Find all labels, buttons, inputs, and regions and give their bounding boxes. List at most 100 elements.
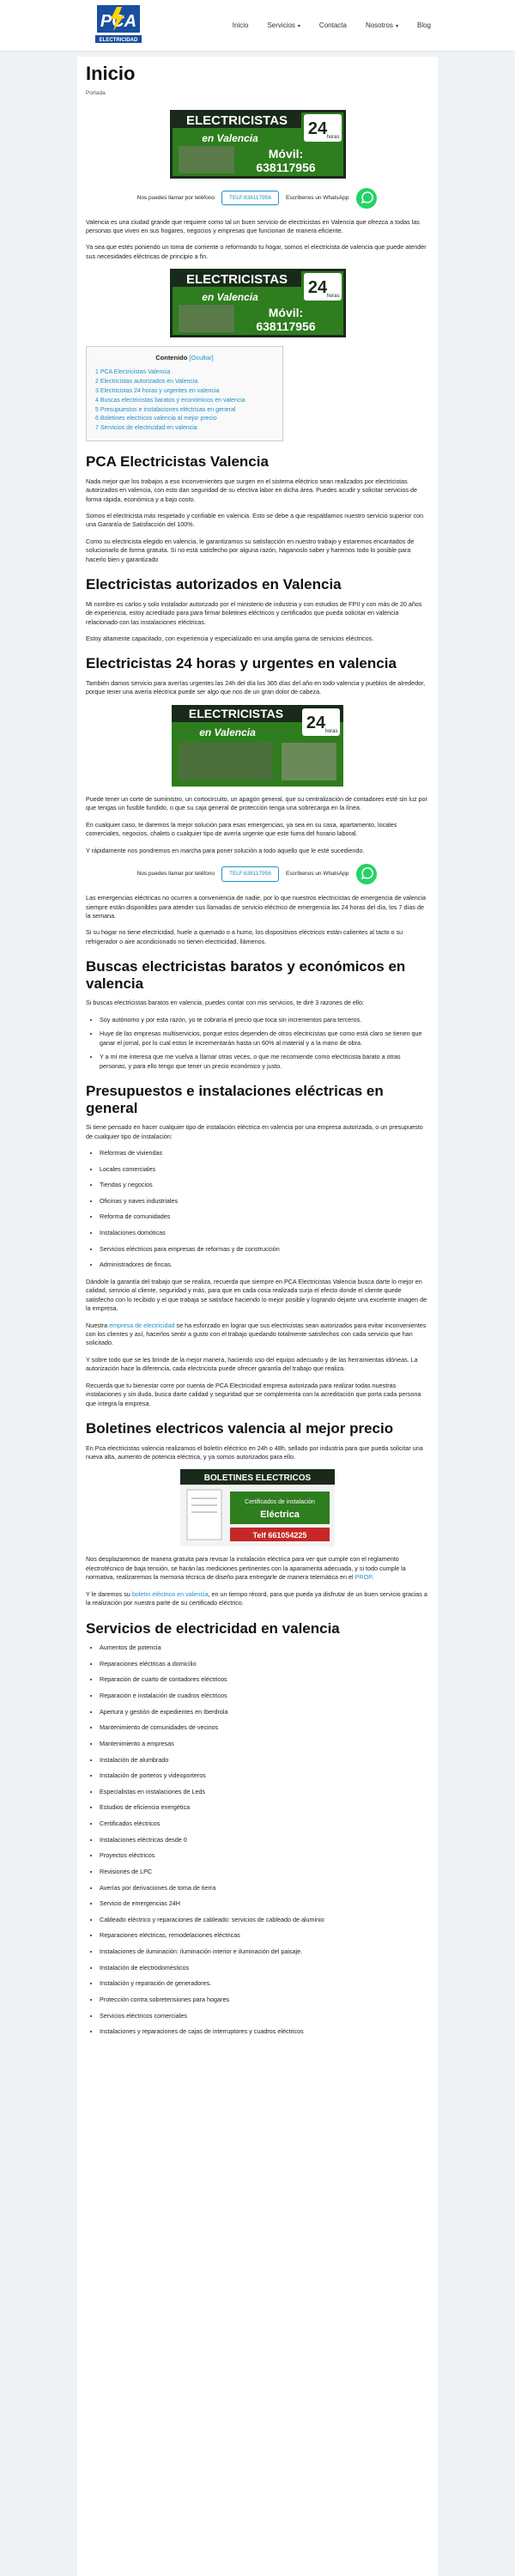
text-span: Nuestra (86, 1321, 110, 1329)
whatsapp-icon[interactable] (355, 863, 378, 885)
list-item: Soy autónomo y por esta razón, yo te cob… (100, 1016, 429, 1024)
nav-inicio[interactable]: Inicio (233, 21, 249, 31)
installations-list: Reformas de viviendas Locales comerciale… (100, 1149, 429, 1270)
toc-item[interactable]: 5 Presupuestos e instalaciones eléctrica… (95, 406, 274, 416)
boletines-banner-image: BOLETINES ELECTRICOS Certificados de ins… (180, 1469, 335, 1547)
section-paragraph: Y rápidamente nos pondremos en marcha pa… (86, 846, 365, 854)
list-item: Averías por derivaciones de toma de tier… (100, 1884, 429, 1893)
toc-item[interactable]: 3 Electricistas 24 horas y urgentes en v… (95, 387, 274, 397)
nav-blog[interactable]: Blog (417, 21, 431, 31)
whatsapp-text: Escríbenos un WhatsApp (286, 871, 349, 878)
toc-item[interactable]: 2 Electricistas autorizados en Valencia (95, 378, 274, 387)
list-item: Administradores de fincas. (100, 1261, 429, 1269)
intro-paragraph-1: Valencia es una ciudad grande que requie… (86, 217, 420, 235)
whatsapp-icon[interactable] (355, 187, 378, 210)
section-paragraph: Y sobre todo que se les brinde de la mej… (86, 1355, 418, 1373)
toc-item[interactable]: 7 Servicios de electricidad en valencia (95, 424, 274, 434)
section-paragraph: Como su electricista elegido en valencia… (86, 537, 415, 563)
services-list: Aumentos de potencia Reparaciones eléctr… (100, 1643, 429, 2036)
list-item: Y a mí me interesa que me vuelva a llama… (100, 1053, 429, 1071)
list-item: Instalaciones y reparaciones de cajas de… (100, 2027, 429, 2036)
section-heading-24h: Electricistas 24 horas y urgentes en val… (86, 655, 397, 672)
intro-paragraph-2: Ya sea que estés poniendo un toma de cor… (86, 243, 427, 260)
text-span: . (372, 1573, 374, 1582)
list-item: Instalaciones domóticas (100, 1229, 429, 1237)
text-span: Y le daremos su (86, 1589, 132, 1598)
section-paragraph: En cualquier caso, te daremos la mejor s… (86, 820, 397, 838)
svg-text:horas: horas (326, 294, 339, 299)
svg-text:Telf 661054225: Telf 661054225 (253, 1531, 307, 1540)
section-paragraph: Nuestra empresa de electricidad se ha es… (86, 1321, 429, 1348)
nav-servicios[interactable]: Servicios ▾ (267, 21, 300, 31)
list-item: Instalaciones de iluminación: iluminació… (100, 1947, 429, 1956)
list-item: Reparaciones eléctricas, remodelaciones … (100, 1931, 429, 1940)
svg-text:horas: horas (324, 729, 337, 734)
prop-link[interactable]: PROP (355, 1573, 372, 1581)
call-button[interactable]: TELF.638117956 (221, 190, 279, 206)
list-item: Instalación de porteros y videoporteros (100, 1771, 429, 1780)
list-item: Certificados eléctricos (100, 1820, 429, 1828)
nav-nosotros[interactable]: Nosotros ▾ (366, 21, 398, 31)
list-item: Instalación de alumbrado (100, 1756, 429, 1765)
contact-cta-row-2: Nos puedes llamar por teléfono TELF.6381… (86, 863, 429, 885)
content-card: Inicio Portada ELECTRICISTAS en Valencia… (77, 57, 438, 2576)
list-item: Proyectos eléctricos (100, 1851, 429, 1860)
list-item: Protección contra sobretensiones para ho… (100, 1996, 429, 2004)
section-paragraph: Somos el electricista más respetado y co… (86, 512, 424, 529)
empresa-electricidad-link[interactable]: empresa de electricidad (109, 1321, 174, 1329)
toc-item[interactable]: 1 PCA Electricistas Valencia (95, 368, 274, 378)
breadcrumb[interactable]: Portada (86, 89, 429, 97)
electricistas-banner-image: ELECTRICISTAS en Valencia 24 horas Móvil… (169, 109, 346, 179)
svg-text:Eléctrica: Eléctrica (260, 1510, 300, 1520)
call-text: Nos puedes llamar por teléfono (136, 871, 215, 878)
section-paragraph: Dándole la garantía del trabajo que se r… (86, 1277, 427, 1313)
call-button[interactable]: TELF.638117956 (221, 866, 279, 882)
section-paragraph: Estoy altamente capacitado, con experien… (86, 635, 374, 643)
nav-contacta[interactable]: Contacta (319, 21, 347, 31)
toc-item[interactable]: 4 Buscas electricistas baratos y económi… (95, 397, 274, 406)
svg-text:638117956: 638117956 (256, 319, 316, 333)
list-item: Tiendas y negocios (100, 1181, 429, 1189)
list-item: Apertura y gestión de expedientes en Ibe… (100, 1708, 429, 1716)
list-item: Reforma de comunidades (100, 1212, 429, 1221)
call-text: Nos puedes llamar por teléfono (136, 194, 215, 201)
toc-hide-link[interactable]: [Ocultar] (189, 354, 213, 361)
list-item: Servicios eléctricos para empresas de re… (100, 1245, 429, 1254)
section-heading-baratos: Buscas electricistas baratos y económico… (86, 958, 406, 992)
svg-text:en Valencia: en Valencia (202, 132, 258, 144)
section-paragraph: Nos desplazaremos de manera gratuita par… (86, 1555, 429, 1582)
list-item: Estudios de eficiencia energética (100, 1803, 429, 1812)
list-item: Instalación de electrodomésticos (100, 1964, 429, 1972)
svg-text:Móvil:: Móvil: (268, 306, 302, 319)
nav-servicios-label: Servicios (267, 21, 295, 29)
list-item: Mantenimiento de comunidades de vecinos (100, 1723, 429, 1732)
svg-text:en Valencia: en Valencia (199, 726, 256, 738)
list-item: Servicio de emergencias 24H (100, 1899, 429, 1908)
section-heading-servicios: Servicios de electricidad en valencia (86, 1619, 340, 1637)
page-title: Inicio (86, 63, 136, 84)
reasons-list: Soy autónomo y por esta razón, yo te cob… (100, 1016, 429, 1071)
section-paragraph: Puede tener un corte de suministro, un c… (86, 794, 427, 812)
svg-text:24: 24 (307, 278, 327, 297)
list-item: Reparación de cuarto de contadores eléct… (100, 1675, 429, 1684)
svg-text:horas: horas (326, 135, 339, 140)
nav-nosotros-label: Nosotros (365, 21, 393, 29)
list-item: Servicios eléctricos comerciales (100, 2012, 429, 2020)
list-item: Reformas de viviendas (100, 1149, 429, 1157)
toc-item[interactable]: 6 Boletines electricos valencia al mejor… (95, 415, 274, 424)
section-paragraph: Las emergencias eléctricas no ocurren a … (86, 894, 426, 920)
section-paragraph: Si tiene pensado en hacer cualquier tipo… (86, 1123, 423, 1140)
pca-logo[interactable]: PCA ELECTRICIDAD (88, 3, 148, 46)
svg-text:24: 24 (307, 119, 327, 138)
section-heading-presupuestos: Presupuestos e instalaciones eléctricas … (86, 1083, 384, 1116)
electricistas-banner-image-2: ELECTRICISTAS en Valencia 24 horas Móvil… (169, 269, 346, 338)
list-item: Instalaciones eléctricas desde 0 (100, 1836, 429, 1844)
svg-text:en Valencia: en Valencia (202, 291, 258, 303)
boletin-link[interactable]: boletín eléctrico en valencia (132, 1590, 209, 1598)
list-item: Aumentos de potencia (100, 1643, 429, 1652)
svg-text:24: 24 (306, 714, 326, 732)
list-item: Huye de las empresas multiservicios, por… (100, 1030, 429, 1048)
chevron-down-icon: ▾ (297, 24, 300, 29)
svg-text:Móvil:: Móvil: (268, 147, 302, 161)
list-item: Locales comerciales (100, 1165, 429, 1174)
